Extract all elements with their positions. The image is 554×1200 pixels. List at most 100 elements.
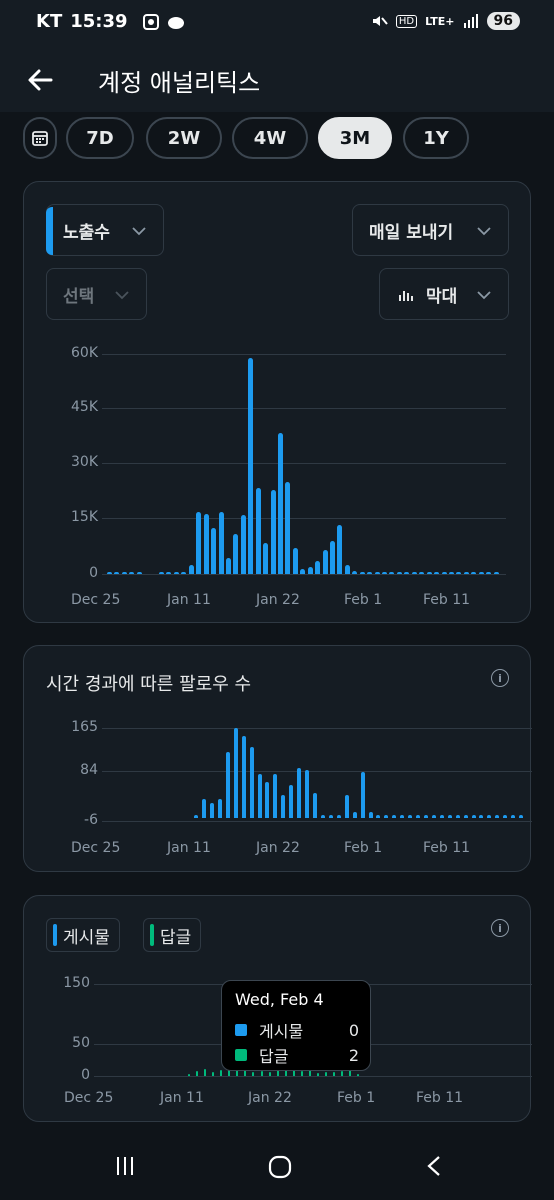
chart-bar[interactable] (203, 513, 209, 574)
chart-bar[interactable] (159, 572, 165, 574)
chart-bar[interactable] (455, 815, 460, 818)
info-icon[interactable]: i (491, 919, 509, 937)
back-nav-icon[interactable] (424, 1155, 444, 1177)
chart-bar[interactable] (439, 815, 444, 818)
chart-bar[interactable] (493, 572, 499, 574)
info-icon[interactable]: i (491, 669, 509, 687)
chart-bar[interactable] (212, 1072, 215, 1076)
chart-bar[interactable] (188, 564, 194, 574)
chart-bar[interactable] (313, 793, 318, 818)
chart-bar[interactable] (317, 1072, 320, 1076)
chart-bar[interactable] (352, 571, 358, 574)
chart-bar[interactable] (384, 815, 389, 818)
chart-bar[interactable] (511, 815, 516, 818)
chart-bar[interactable] (328, 815, 333, 818)
range-4w-button[interactable]: 4W (232, 117, 308, 159)
chart-bar[interactable] (376, 815, 381, 818)
calendar-button[interactable] (23, 117, 57, 159)
chart-bar[interactable] (320, 815, 325, 818)
chart-bar[interactable] (166, 572, 172, 574)
range-7d-button[interactable]: 7D (66, 117, 134, 159)
chart-bar[interactable] (220, 1069, 223, 1076)
chart-bar[interactable] (344, 564, 350, 574)
chart-bar[interactable] (392, 815, 397, 818)
legend-replies-toggle[interactable]: 답글 (143, 918, 201, 952)
chart-bar[interactable] (448, 572, 454, 574)
chart-bar[interactable] (486, 572, 492, 574)
chart-bar[interactable] (463, 572, 469, 574)
chart-bar[interactable] (225, 752, 230, 818)
chart-bar[interactable] (389, 572, 395, 574)
range-2w-button[interactable]: 2W (146, 117, 222, 159)
chart-bar[interactable] (181, 572, 187, 574)
chart-bar[interactable] (416, 815, 421, 818)
chart-bar[interactable] (431, 815, 436, 818)
chart-bar[interactable] (382, 572, 388, 574)
chart-bar[interactable] (107, 572, 112, 574)
chart-bar[interactable] (503, 815, 508, 818)
chart-bar[interactable] (325, 1071, 328, 1076)
chart-bar[interactable] (292, 1070, 295, 1076)
chart-bar[interactable] (479, 815, 484, 818)
chart-bar[interactable] (404, 572, 410, 574)
chart-bar[interactable] (300, 1071, 303, 1076)
chart-bar[interactable] (260, 1071, 263, 1076)
chart-bar[interactable] (211, 528, 217, 574)
range-1y-button[interactable]: 1Y (403, 117, 469, 159)
chart-bar[interactable] (255, 487, 261, 574)
chart-bar[interactable] (419, 572, 425, 574)
chart-bar[interactable] (233, 728, 238, 818)
chart-bar[interactable] (360, 771, 365, 818)
chart-bar[interactable] (341, 1071, 344, 1076)
chart-bar[interactable] (336, 815, 341, 818)
chart-bar[interactable] (281, 794, 286, 818)
chart-bar[interactable] (315, 561, 321, 574)
chart-bar[interactable] (478, 572, 484, 574)
back-arrow-icon[interactable] (24, 64, 56, 96)
chart-bar[interactable] (265, 782, 270, 818)
chart-bar[interactable] (368, 812, 373, 818)
chart-bar[interactable] (210, 802, 215, 818)
metric-dropdown[interactable]: 노출수 (46, 204, 164, 256)
chart-bar[interactable] (396, 572, 402, 574)
chart-bar[interactable] (352, 812, 357, 818)
legend-posts-toggle[interactable]: 게시물 (46, 918, 120, 952)
chart-bar[interactable] (456, 572, 462, 574)
chart-bar[interactable] (114, 572, 120, 574)
chart-bar[interactable] (194, 815, 199, 818)
chart-bar[interactable] (136, 572, 142, 574)
home-icon[interactable] (268, 1155, 292, 1179)
frequency-dropdown[interactable]: 매일 보내기 (352, 204, 509, 256)
chart-bar[interactable] (187, 1074, 190, 1076)
chart-bar[interactable] (203, 1068, 206, 1076)
chart-bar[interactable] (285, 482, 291, 574)
chart-bar[interactable] (330, 541, 336, 574)
chart-bar[interactable] (195, 1071, 198, 1076)
chart-bar[interactable] (434, 572, 440, 574)
chart-bar[interactable] (408, 815, 413, 818)
chart-bar[interactable] (218, 512, 224, 574)
chart-bar[interactable] (300, 568, 306, 574)
chart-bar[interactable] (471, 572, 477, 574)
chart-bar[interactable] (257, 774, 262, 818)
chart-bar[interactable] (233, 533, 239, 574)
chart-type-dropdown[interactable]: 막대 (379, 268, 509, 320)
chart-bar[interactable] (241, 736, 246, 818)
chart-bar[interactable] (248, 357, 254, 574)
chart-bar[interactable] (289, 785, 294, 818)
chart-bar[interactable] (308, 1070, 311, 1076)
chart-bar[interactable] (344, 794, 349, 818)
chart-bar[interactable] (292, 548, 298, 574)
chart-bar[interactable] (337, 524, 343, 574)
chart-bar[interactable] (297, 767, 302, 818)
chart-bar[interactable] (225, 557, 231, 574)
chart-bar[interactable] (249, 747, 254, 818)
chart-bar[interactable] (423, 815, 428, 818)
chart-bar[interactable] (173, 572, 179, 574)
range-3m-button[interactable]: 3M (318, 117, 392, 159)
chart-bar[interactable] (305, 769, 310, 818)
chart-bar[interactable] (441, 572, 447, 574)
chart-bar[interactable] (236, 1070, 239, 1076)
chart-bar[interactable] (202, 798, 207, 818)
chart-bar[interactable] (400, 815, 405, 818)
